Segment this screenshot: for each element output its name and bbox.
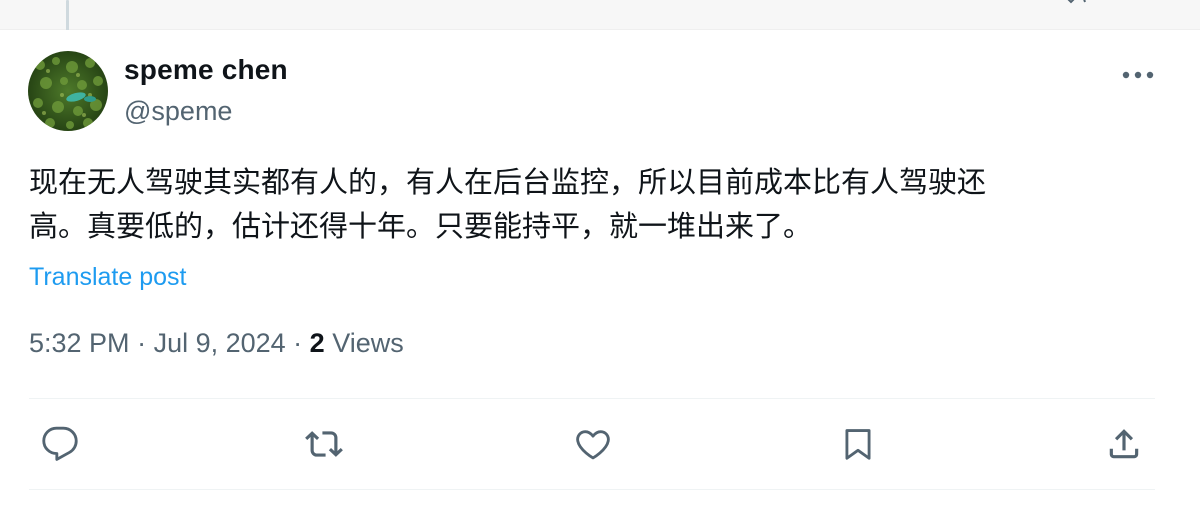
divider [29, 398, 1155, 399]
bookmark-icon [845, 429, 871, 460]
avatar-image [28, 51, 108, 131]
previous-post-strip [0, 0, 1200, 30]
like-button[interactable] [569, 420, 617, 468]
post-date[interactable]: Jul 9, 2024 [154, 328, 286, 358]
bookmark-button[interactable] [834, 420, 882, 468]
more-options-button[interactable] [1118, 60, 1158, 90]
heart-icon [576, 430, 610, 460]
repost-icon [305, 431, 343, 457]
views-label: Views [324, 328, 404, 358]
author-handle[interactable]: @speme [124, 96, 232, 127]
share-icon [1109, 429, 1139, 459]
reply-button[interactable] [36, 420, 84, 468]
more-horizontal-icon [1122, 71, 1154, 79]
post-text-line-2: 高。真要低的，估计还得十年。只要能持平，就一堆出来了。 [29, 209, 813, 243]
translate-post-link[interactable]: Translate post [29, 263, 186, 292]
post-text: 现在无人驾驶其实都有人的，有人在后台监控，所以目前成本比有人驾驶还 高。真要低的… [29, 160, 1169, 248]
repost-button[interactable] [300, 420, 348, 468]
author-name[interactable]: speme chen [124, 54, 288, 86]
post-text-line-1: 现在无人驾驶其实都有人的，有人在后台监控，所以目前成本比有人驾驶还 [29, 165, 987, 199]
post-metadata: 5:32 PM · Jul 9, 2024 · 2 Views [29, 328, 404, 359]
post-time[interactable]: 5:32 PM [29, 328, 130, 358]
top-action-icon [1067, 0, 1086, 4]
meta-separator: · [129, 328, 154, 358]
avatar[interactable] [28, 51, 108, 131]
post-article: speme chen @speme 现在无人驾驶其实都有人的，有人在后台监控，所… [0, 30, 1200, 519]
meta-separator: · [285, 328, 310, 358]
divider [29, 489, 1155, 490]
reply-icon [42, 426, 78, 461]
views-count[interactable]: 2 [310, 328, 325, 358]
share-button[interactable] [1100, 420, 1148, 468]
post-actions-bar [0, 420, 1200, 472]
